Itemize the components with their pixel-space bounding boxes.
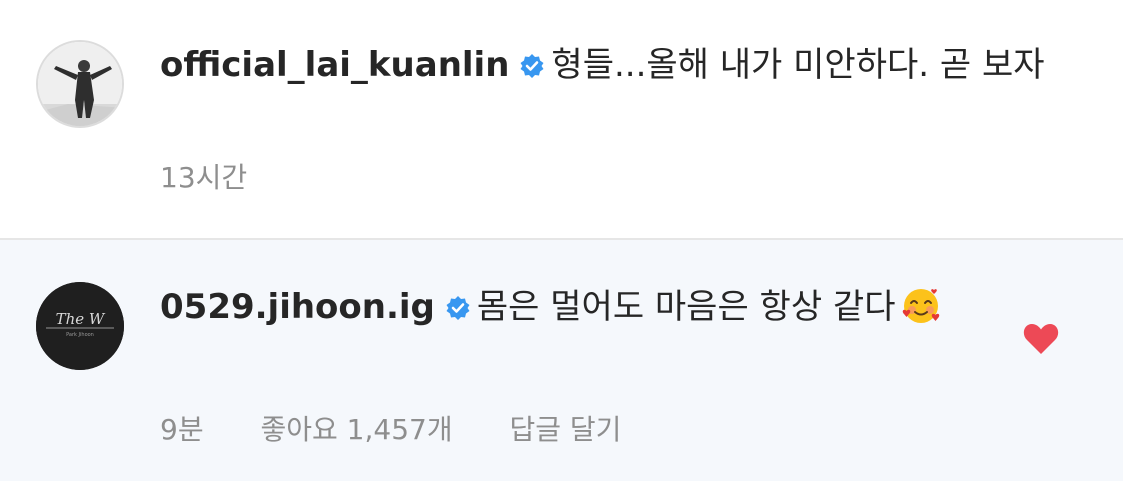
reply-button[interactable]: 답글 달기 [510,408,622,448]
verified-badge-icon [445,285,471,335]
comment-body: 형들...올해 내가 미안하다. 곧 보자 [551,45,1045,85]
username[interactable]: 0529.jihoon.ig [160,287,435,327]
comment-row: official_lai_kuanlin 형들...올해 내가 미안하다. 곧 보… [0,0,1123,238]
the-w-logo-avatar-icon: The W Park Jihoon [36,282,124,370]
comment-body: 몸은 멀어도 마음은 항상 같다 [476,287,896,327]
comment-row: The W Park Jihoon 0529.jihoon.ig 몸은 멀어도 마… [0,240,1123,481]
username[interactable]: official_lai_kuanlin [160,45,509,85]
smiling-face-with-hearts-icon [899,284,943,342]
comment-text-block: official_lai_kuanlin 형들...올해 내가 미안하다. 곧 보… [160,40,1060,93]
avatar-logo-subtext: Park Jihoon [66,332,94,338]
comment-meta: 13시간 [160,156,295,196]
likes-count-button[interactable]: 좋아요 1,457개 [260,408,452,448]
comment-text-block: 0529.jihoon.ig 몸은 멀어도 마음은 항상 같다 [160,282,1060,342]
person-photo-avatar-icon [38,42,122,126]
user-avatar[interactable]: The W Park Jihoon [36,282,124,370]
comment-time: 9분 [160,413,204,446]
comment-time: 13시간 [160,161,248,194]
comment-meta: 9분 좋아요 1,457개 답글 달기 [160,408,669,448]
verified-badge-icon [519,43,545,93]
avatar-logo-text: The W [56,310,106,328]
like-heart-icon[interactable] [1022,322,1060,360]
user-avatar[interactable] [36,40,124,128]
